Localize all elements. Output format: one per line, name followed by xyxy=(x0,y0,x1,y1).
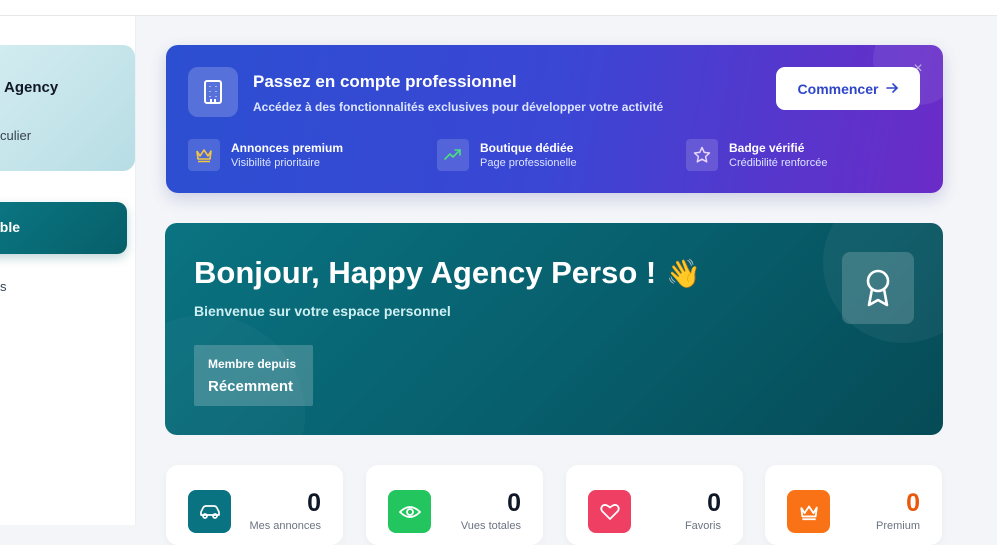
stat-card-premium[interactable]: 0 Premium xyxy=(765,465,942,545)
stat-label: Premium xyxy=(875,520,920,532)
pro-banner-title: Passez en compte professionnel xyxy=(253,72,517,91)
welcome-banner: Bonjour, Happy Agency Perso ! 👋 Bienvenue… xyxy=(165,223,943,435)
feature-title: Badge vérifié xyxy=(729,141,805,155)
welcome-title: Bonjour, Happy Agency Perso ! 👋 xyxy=(194,255,701,291)
top-bar xyxy=(0,0,997,16)
stat-value: 0 xyxy=(307,489,321,517)
stat-card-views[interactable]: 0 Vues totales xyxy=(366,465,543,545)
profile-type: culier xyxy=(0,128,32,143)
feature-title: Annonces premium xyxy=(231,141,344,155)
stat-card-favorites[interactable]: 0 Favoris xyxy=(566,465,743,545)
crown-icon xyxy=(787,490,830,533)
stat-label: Favoris xyxy=(684,520,721,532)
star-icon xyxy=(686,139,718,171)
trending-up-icon xyxy=(437,139,469,171)
member-since-box: Membre depuis Récemment xyxy=(194,345,313,406)
feature-subtitle: Visibilité prioritaire xyxy=(231,157,321,169)
stat-value: 0 xyxy=(906,489,920,517)
close-icon[interactable]: × xyxy=(910,61,926,77)
heart-icon xyxy=(588,490,631,533)
award-icon xyxy=(842,252,914,324)
stat-value: 0 xyxy=(507,489,521,517)
sidebar-item-label: ble xyxy=(0,219,20,235)
start-button[interactable]: Commencer xyxy=(776,67,920,110)
arrow-right-icon xyxy=(886,81,899,97)
feature-title: Boutique dédiée xyxy=(480,141,574,155)
stat-label: Mes annonces xyxy=(249,520,321,532)
feature-subtitle: Crédibilité renforcée xyxy=(729,157,828,169)
welcome-title-text: Bonjour, Happy Agency Perso ! xyxy=(194,255,657,290)
profile-name: Agency xyxy=(4,79,59,96)
waving-hand-icon: 👋 xyxy=(666,258,702,289)
building-icon xyxy=(188,67,238,117)
welcome-subtitle: Bienvenue sur votre espace personnel xyxy=(194,303,451,319)
stat-value: 0 xyxy=(707,489,721,517)
car-icon xyxy=(188,490,231,533)
sidebar: Agency culier ble s xyxy=(0,16,136,525)
start-button-label: Commencer xyxy=(797,80,879,97)
sidebar-item-listings[interactable]: s xyxy=(0,279,8,294)
feature-subtitle: Page professionelle xyxy=(480,157,577,169)
member-since-label: Membre depuis xyxy=(208,357,297,371)
pro-upgrade-banner: Passez en compte professionnel Accédez à… xyxy=(166,45,943,193)
crown-icon xyxy=(188,139,220,171)
profile-card[interactable] xyxy=(0,45,135,171)
stat-card-listings[interactable]: 0 Mes annonces xyxy=(166,465,343,545)
stat-label: Vues totales xyxy=(460,520,521,532)
member-since-value: Récemment xyxy=(208,378,294,395)
eye-icon xyxy=(388,490,431,533)
pro-banner-subtitle: Accédez à des fonctionnalités exclusives… xyxy=(253,100,664,114)
